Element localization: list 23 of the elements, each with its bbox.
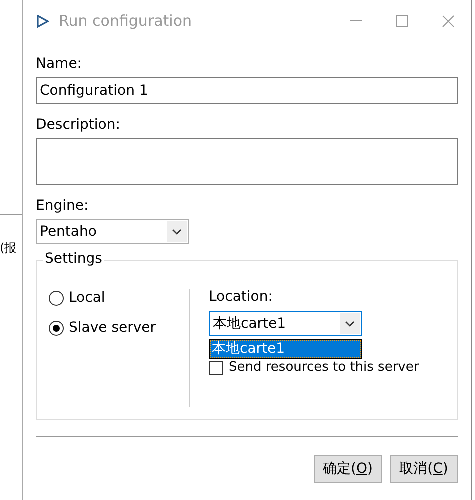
dialog-button[interactable]: 确定(O) bbox=[314, 455, 382, 483]
minimize-icon bbox=[350, 20, 362, 22]
caret-icon bbox=[172, 228, 182, 234]
caret-icon bbox=[345, 320, 355, 326]
location-dropdown[interactable]: 本地carte1 bbox=[209, 311, 362, 336]
name-label: Name: bbox=[36, 56, 84, 72]
maximize-icon bbox=[396, 15, 408, 27]
play-icon bbox=[37, 14, 49, 28]
dialog-button[interactable]: 取消(C) bbox=[390, 455, 458, 483]
description-field[interactable] bbox=[36, 138, 458, 185]
location-label: Location: bbox=[209, 289, 274, 305]
engine-label: Engine: bbox=[36, 198, 90, 214]
background-window-text: (报 bbox=[0, 240, 17, 257]
close-icon bbox=[442, 14, 454, 28]
name-field[interactable]: Configuration 1 bbox=[36, 77, 458, 104]
settings-title: Settings bbox=[43, 251, 104, 267]
engine-dropdown[interactable]: Pentaho bbox=[36, 219, 189, 244]
window-title: Run configuration bbox=[59, 12, 194, 30]
radio-option[interactable]: Local bbox=[49, 289, 189, 307]
radio-option[interactable]: Slave server bbox=[49, 319, 189, 337]
send-resources-checkbox[interactable]: Send resources to this server bbox=[209, 360, 420, 375]
dropdown-option[interactable]: 本地carte1 bbox=[210, 340, 361, 358]
description-label: Description: bbox=[36, 117, 122, 133]
